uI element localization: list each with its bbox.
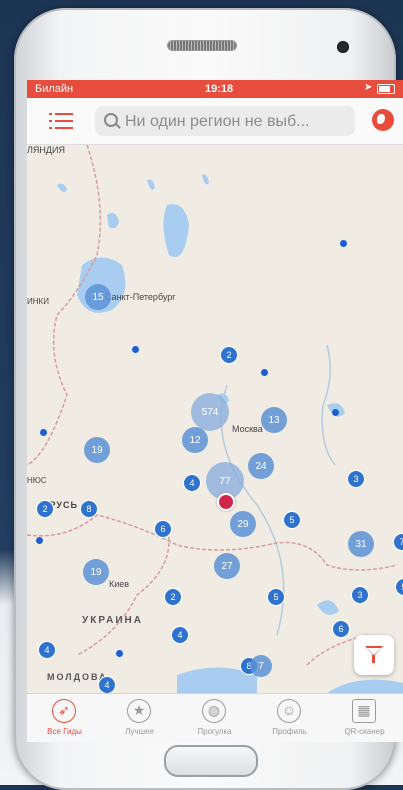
front-camera: [337, 41, 349, 53]
star-icon: ★: [127, 699, 151, 723]
map-label-city-moscow: Москва: [232, 424, 263, 434]
battery-icon: [377, 84, 395, 94]
map-cluster[interactable]: 2: [36, 500, 54, 518]
map-cluster[interactable]: 31: [348, 531, 374, 557]
globe-walk-icon: ◍: [202, 699, 226, 723]
search-placeholder: Ни один регион не выб...: [125, 113, 310, 130]
map-point[interactable]: [35, 536, 43, 544]
map-label-city-kiev: Киев: [109, 579, 130, 589]
map-cluster[interactable]: 4: [38, 641, 56, 659]
qr-code-icon: ▦: [352, 699, 376, 723]
map-cluster[interactable]: 4: [171, 626, 189, 644]
map-point[interactable]: [39, 428, 47, 436]
location-arrow-icon: ➤: [364, 82, 373, 93]
home-button[interactable]: [164, 745, 258, 777]
tab-best[interactable]: ★ Лучшее: [102, 694, 177, 742]
map-cluster[interactable]: 6: [154, 520, 172, 538]
tab-label: QR-сканер: [344, 727, 385, 736]
map-cluster[interactable]: 8: [80, 500, 98, 518]
map-cluster[interactable]: 3: [347, 470, 365, 488]
map-cluster[interactable]: 5: [283, 511, 301, 529]
filter-icon: [372, 655, 375, 663]
user-icon: ☺: [277, 699, 301, 723]
top-bar: Ни один регион не выб...: [27, 98, 403, 145]
menu-list-icon[interactable]: [49, 110, 73, 132]
phone-frame: Билайн 19:18 ➤ Ни один регион не выб...: [14, 8, 403, 790]
map-cluster[interactable]: 2: [164, 588, 182, 606]
tab-label: Лучшее: [125, 727, 154, 736]
tab-qr-scanner[interactable]: ▦ QR-сканер: [327, 694, 402, 742]
app-screen: Билайн 19:18 ➤ Ни один регион не выб...: [27, 80, 403, 742]
carrier-name: Билайн: [35, 83, 74, 95]
map-cluster[interactable]: 2: [220, 346, 238, 364]
map-point[interactable]: [331, 408, 339, 416]
map-label-city-spb: Санкт-Петербург: [105, 292, 176, 302]
map-point[interactable]: [131, 345, 139, 353]
speaker-grille: [168, 41, 236, 50]
map-point[interactable]: [339, 239, 347, 247]
map-point[interactable]: [115, 649, 123, 657]
map-label-fragment: ЛЯНДИЯ: [27, 145, 65, 155]
map-cluster[interactable]: 29: [230, 511, 256, 537]
tab-label: Прогулка: [197, 727, 232, 736]
map-cluster[interactable]: 7: [250, 655, 272, 677]
map-label-fragment: НЮС: [27, 476, 47, 485]
compass-icon: ➶: [52, 699, 76, 723]
search-icon: [104, 113, 118, 127]
tab-profile[interactable]: ☺ Профиль: [252, 694, 327, 742]
map-cluster[interactable]: 15: [85, 284, 111, 310]
map-cluster[interactable]: 574: [191, 393, 229, 431]
globe-icon[interactable]: [372, 109, 394, 131]
map-point[interactable]: [260, 368, 268, 376]
search-input[interactable]: Ни один регион не выб...: [95, 106, 355, 136]
user-location-marker: [217, 493, 235, 511]
status-bar: Билайн 19:18 ➤: [27, 80, 403, 98]
map-label-fragment: ИНКИ: [27, 297, 49, 306]
map-cluster[interactable]: 4: [183, 474, 201, 492]
map-view[interactable]: ЛЯНДИЯ ИНКИ Санкт-Петербург Москва НЮС А…: [27, 145, 403, 693]
map-cluster[interactable]: 24: [248, 453, 274, 479]
map-label-country-ukraine: УКРАИНА: [82, 615, 143, 626]
tab-walk[interactable]: ◍ Прогулка: [177, 694, 252, 742]
map-cluster[interactable]: 19: [84, 437, 110, 463]
map-cluster[interactable]: 6: [332, 620, 350, 638]
map-cluster[interactable]: 4: [98, 676, 116, 693]
filter-button[interactable]: [354, 635, 394, 675]
tab-all-guides[interactable]: ➶ Все Гиды: [27, 694, 102, 742]
tab-bar: ➶ Все Гиды ★ Лучшее ◍ Прогулка ☺ Профиль…: [27, 693, 403, 742]
clock: 19:18: [205, 83, 234, 95]
map-cluster[interactable]: 13: [261, 407, 287, 433]
map-cluster[interactable]: 19: [83, 559, 109, 585]
tab-label: Все Гиды: [47, 727, 82, 736]
map-cluster[interactable]: 27: [214, 553, 240, 579]
map-cluster[interactable]: 3: [351, 586, 369, 604]
map-cluster[interactable]: 12: [182, 427, 208, 453]
tab-label: Профиль: [272, 727, 307, 736]
map-cluster[interactable]: 5: [267, 588, 285, 606]
